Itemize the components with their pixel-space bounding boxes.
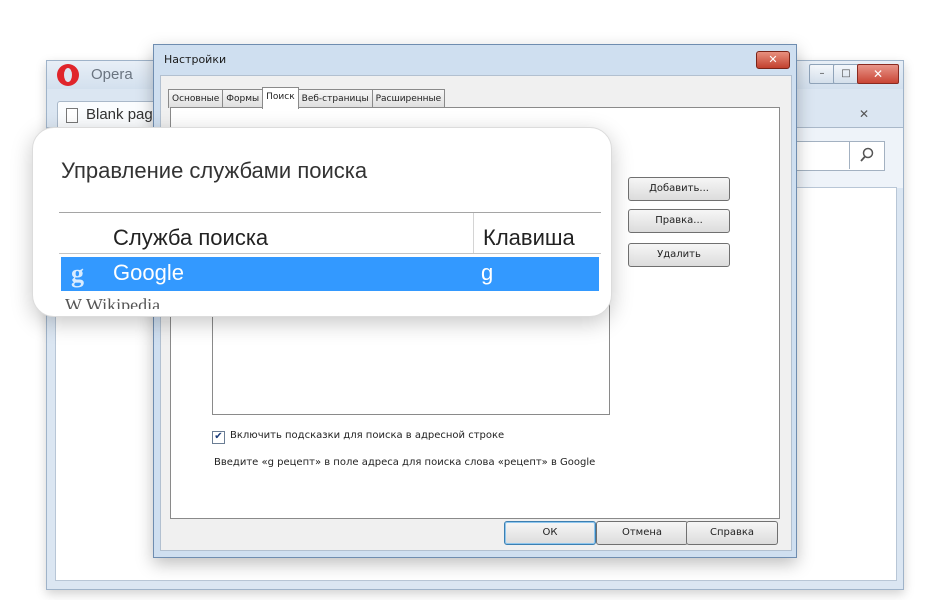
table-row-partial[interactable]: W Wikipedia (65, 295, 160, 309)
add-button[interactable]: Добавить... (628, 177, 730, 201)
search-button[interactable] (849, 141, 884, 169)
settings-tabs: Основные Формы Поиск Веб-страницы Расшир… (168, 87, 446, 109)
zoom-callout: Управление службами поиска Служба поиска… (32, 127, 612, 317)
ok-button[interactable]: ОК (504, 521, 596, 545)
row-key: g (481, 260, 494, 285)
page-icon (66, 108, 78, 123)
search-icon (860, 147, 874, 162)
tab-forms[interactable]: Формы (222, 89, 264, 108)
callout-title: Управление службами поиска (61, 158, 368, 183)
maximize-icon[interactable]: □ (833, 64, 859, 84)
browser-tab-label: Blank pag (86, 106, 153, 123)
dialog-close-button[interactable]: ✕ (756, 51, 790, 69)
table-row[interactable]: g Google g (61, 257, 599, 291)
column-header-key[interactable]: Клавиша (483, 225, 575, 251)
column-header-service[interactable]: Служба поиска (113, 225, 268, 251)
column-separator (473, 213, 474, 253)
google-g-icon: g (71, 259, 84, 288)
suggestions-checkbox-label: Включить подсказки для поиска в адресной… (230, 430, 505, 441)
search-services-table: Служба поиска Клавиша g Google g W Wikip… (59, 212, 601, 316)
edit-button[interactable]: Правка... (628, 209, 730, 233)
delete-button[interactable]: Удалить (628, 243, 730, 267)
header-separator (59, 253, 601, 254)
tab-close-icon[interactable]: ✕ (859, 107, 869, 121)
suggestions-checkbox[interactable]: ✔ (212, 431, 225, 444)
tab-search[interactable]: Поиск (262, 87, 299, 109)
opera-logo-icon (57, 64, 79, 86)
tab-advanced[interactable]: Расширенные (371, 89, 446, 108)
close-icon[interactable]: ✕ (857, 64, 899, 84)
tab-web-pages[interactable]: Веб-страницы (297, 89, 373, 108)
minimize-icon[interactable]: – (809, 64, 835, 84)
cancel-button[interactable]: Отмена (596, 521, 688, 545)
search-hint-text: Введите «g рецепт» в поле адреса для пои… (214, 457, 596, 468)
opera-window-title: Opera (91, 66, 133, 83)
help-button[interactable]: Справка (686, 521, 778, 545)
dialog-title: Настройки (164, 53, 227, 66)
row-service-name: Google (113, 260, 184, 285)
tab-basic[interactable]: Основные (168, 89, 224, 108)
